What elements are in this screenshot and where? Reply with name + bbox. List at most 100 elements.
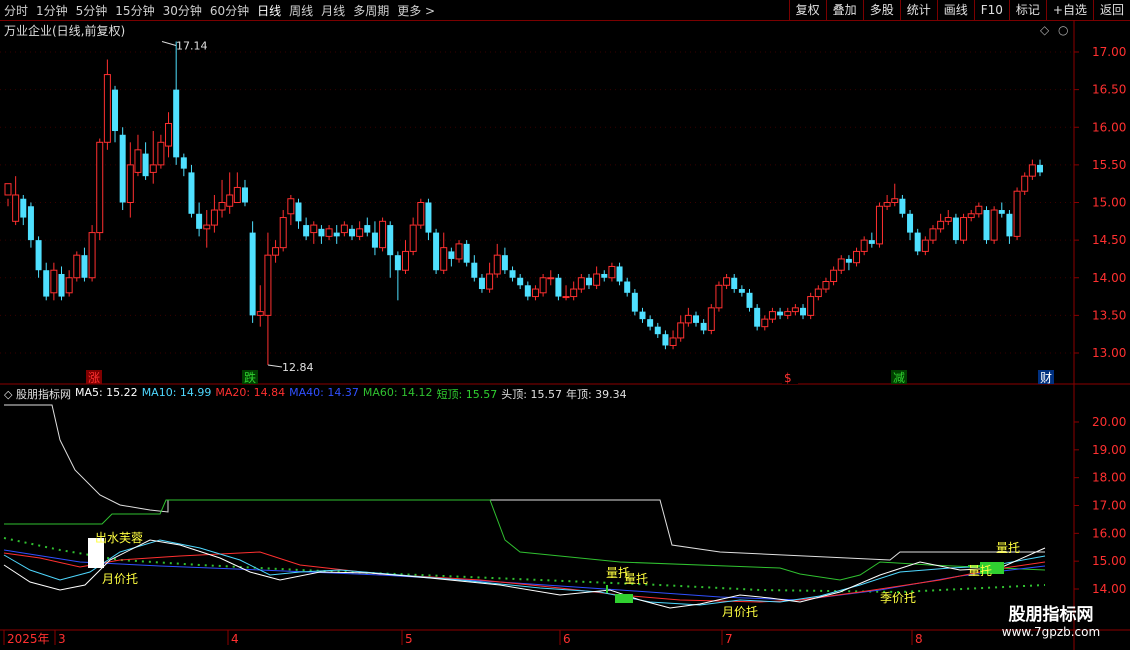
indicator-item-5: 短顶: 15.57 — [436, 388, 498, 401]
candle-body — [715, 284, 723, 309]
candle-body — [616, 266, 623, 282]
candle-body — [952, 217, 959, 241]
time-label-3: 5 — [405, 632, 413, 646]
circle-icon: ○ — [1058, 23, 1068, 37]
candle-body — [983, 210, 990, 241]
candle-body — [570, 288, 578, 298]
candle-body — [899, 198, 906, 214]
candle-body — [800, 307, 807, 316]
annotation-a6: 季价托 — [880, 591, 916, 605]
candle-body — [654, 326, 661, 335]
event-marker-2: $ — [784, 371, 792, 385]
event-marker-4: 财 — [1040, 371, 1052, 385]
candle-body — [241, 187, 248, 203]
candle-body — [684, 314, 692, 324]
candle-body — [731, 277, 738, 290]
candle-body — [303, 225, 310, 237]
candle-body — [937, 220, 945, 230]
candle-body — [1028, 164, 1036, 177]
candle-body — [27, 206, 34, 241]
candle-body — [364, 225, 371, 233]
candle-body — [433, 232, 440, 271]
price-tick-1: 16.50 — [1092, 83, 1126, 97]
candle-body — [944, 217, 952, 222]
price-tick-7: 13.50 — [1092, 308, 1126, 322]
candle-body — [998, 210, 1005, 214]
candle-body — [960, 217, 968, 241]
indicator-item-0: MA5: 15.22 — [74, 386, 138, 399]
candle-body — [409, 224, 417, 252]
annotation-a4: 量托 — [624, 572, 648, 586]
candle-body — [279, 217, 287, 249]
time-label-5: 7 — [725, 632, 733, 646]
candle-body — [272, 247, 280, 256]
diamond-icon: ◇ — [1040, 23, 1050, 37]
candle-body — [50, 269, 58, 294]
candle-body — [509, 270, 516, 278]
candle-body — [531, 288, 539, 298]
candle-body — [149, 164, 157, 173]
candle-body — [340, 224, 348, 234]
candle-body — [1006, 213, 1013, 237]
candle-body — [134, 149, 142, 173]
candle-body — [1013, 190, 1021, 237]
time-label-1: 3 — [58, 632, 66, 646]
candle-body — [233, 186, 241, 203]
candle-body — [486, 273, 494, 290]
candle-body — [349, 228, 355, 237]
candle-body — [165, 122, 173, 147]
candle-body — [631, 292, 638, 312]
price-tick-3: 15.50 — [1092, 158, 1126, 172]
candle-body — [394, 255, 401, 271]
candle-body — [875, 205, 883, 245]
watermark-title: 股朋指标网 — [1008, 605, 1094, 625]
main-pane-title: 万业企业(日线,前复权) — [4, 24, 126, 38]
candle-body — [1037, 164, 1043, 173]
ind-tick-3: 17.00 — [1092, 499, 1126, 513]
candle-body — [387, 225, 394, 256]
candle-body — [1021, 175, 1029, 192]
candle-body — [379, 220, 387, 249]
candle-body — [218, 202, 226, 211]
ind-tick-4: 16.00 — [1092, 526, 1126, 540]
candle-body — [455, 243, 463, 260]
candle-body — [371, 232, 378, 248]
candle-body — [929, 228, 937, 241]
high-pointer — [161, 40, 177, 46]
annotation-a1: 出水芙蓉 — [95, 531, 143, 545]
annotation-a7: 量托 — [996, 541, 1020, 555]
candle-body — [96, 141, 104, 234]
candle-body — [73, 254, 81, 279]
watermark: 股朋指标网 www.7gpzb.com — [986, 600, 1116, 639]
price-tick-8: 13.00 — [1092, 346, 1126, 360]
candle-body — [88, 232, 96, 279]
candle-body — [830, 269, 838, 283]
time-label-4: 6 — [563, 632, 571, 646]
indicator-name[interactable]: ◇ 股朋指标网 — [4, 386, 71, 402]
candle-body — [593, 273, 601, 286]
candle-body — [975, 205, 983, 215]
volume-block-1 — [615, 594, 633, 603]
price-tick-5: 14.50 — [1092, 233, 1126, 247]
candle-body — [203, 224, 211, 230]
candle-body — [493, 254, 501, 275]
candle-body — [624, 281, 631, 293]
candle-body — [58, 273, 65, 297]
event-marker-0: 涨 — [88, 370, 100, 385]
candle-body — [639, 311, 646, 320]
candle-body — [103, 74, 111, 143]
candle-body — [547, 277, 555, 280]
candle-body — [65, 277, 73, 294]
candle-body — [287, 198, 295, 215]
candle-body — [555, 277, 562, 297]
candle-body — [822, 281, 830, 290]
candle-body — [723, 277, 731, 286]
candle-body — [20, 198, 27, 218]
indicator-item-3: MA40: 14.37 — [289, 386, 359, 399]
price-tick-4: 15.00 — [1092, 196, 1126, 210]
candle-body — [471, 262, 478, 278]
time-label-0: 2025年 — [7, 632, 50, 646]
indicator-item-4: MA60: 14.12 — [362, 386, 433, 399]
indicator-item-7: 年顶: 39.34 — [565, 388, 627, 401]
kline-chart[interactable]: 17.00 16.50 16.00 15.50 15.00 14.50 14.00 13.50… — [0, 0, 1130, 650]
